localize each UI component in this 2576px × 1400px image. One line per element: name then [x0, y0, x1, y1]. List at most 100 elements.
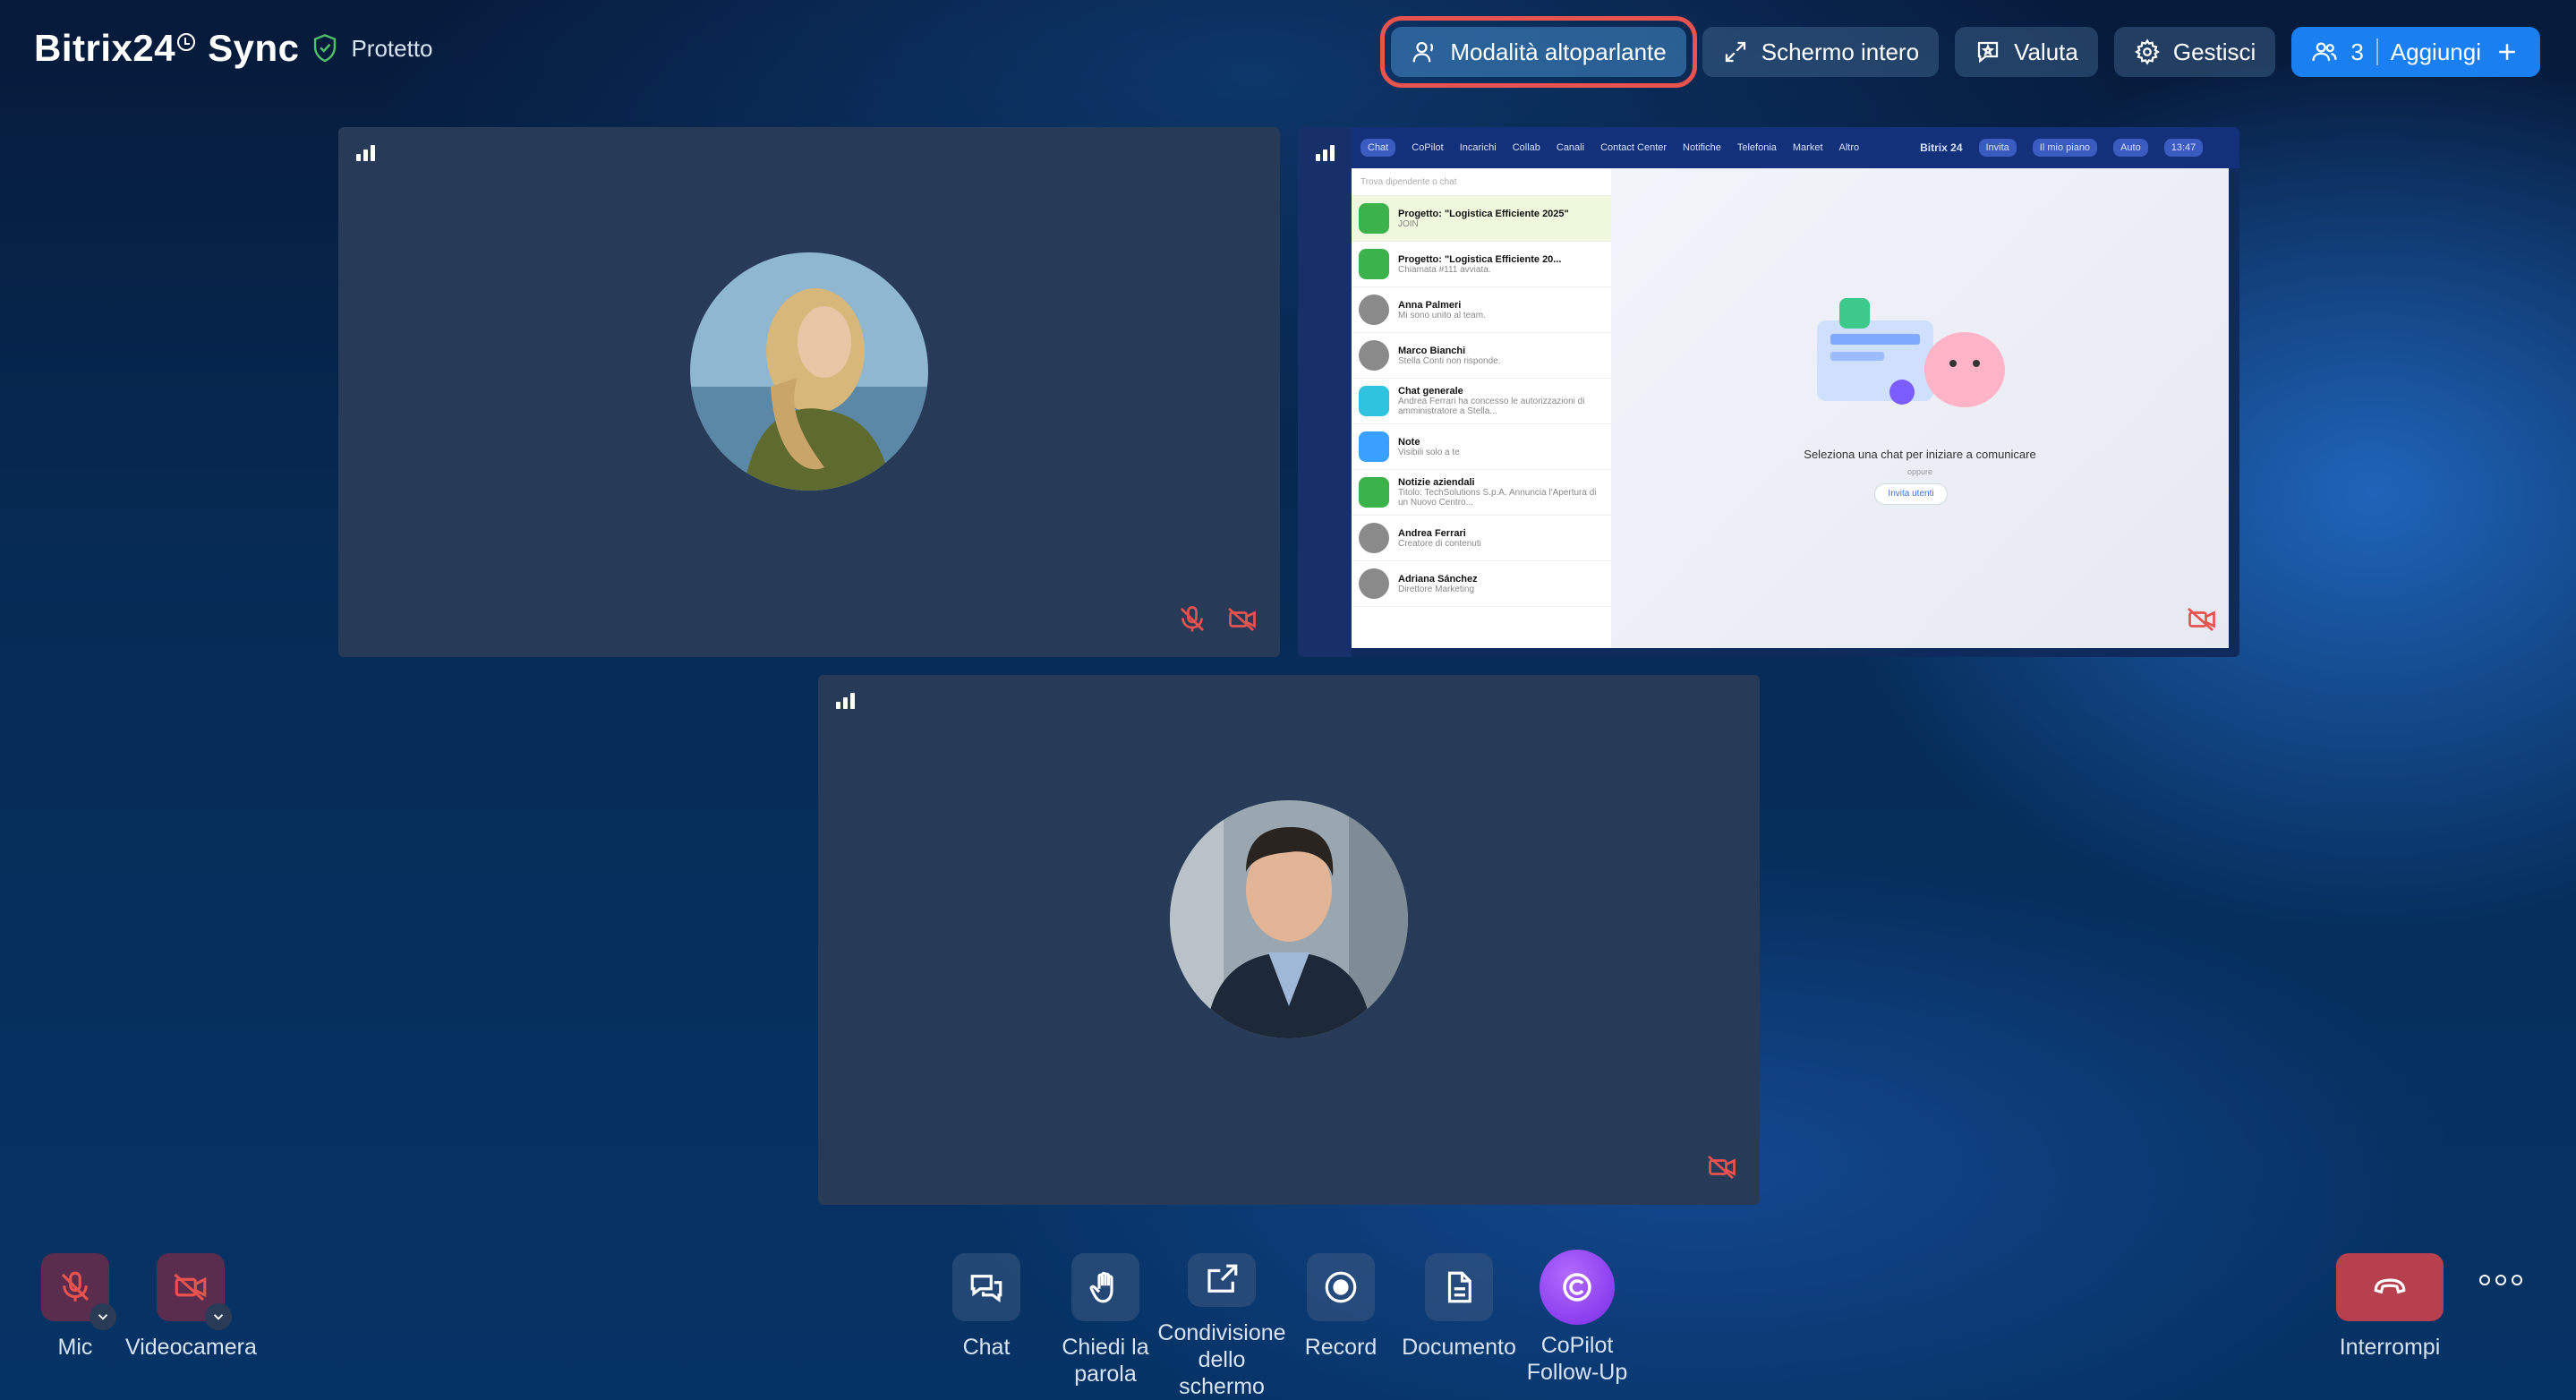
shared-nav-item: Notifiche: [1683, 142, 1721, 153]
add-label: Aggiungi: [2390, 38, 2481, 65]
hangup-label: Interrompi: [2339, 1335, 2441, 1360]
gear-icon: [2134, 38, 2160, 65]
expand-icon: [1725, 41, 1745, 63]
mic-off-icon: [1181, 606, 1204, 632]
speaker-mode-button[interactable]: Modalità altoparlante: [1380, 16, 1697, 88]
shared-chat-row: Anna Palmeri Mi sono unito al team.: [1352, 287, 1611, 333]
camera-off-icon: [1708, 1155, 1736, 1180]
clock-icon: [177, 33, 196, 51]
mic-options-button[interactable]: [90, 1303, 116, 1330]
shared-chat-row: Note Visibili solo a te: [1352, 424, 1611, 470]
avatar: [1359, 523, 1389, 553]
shared-chat-list: Trova dipendente o chat Progetto: "Logis…: [1352, 168, 1611, 648]
shared-app-topbar: Chat CoPilot Incarichi Collab Canali Con…: [1352, 127, 2239, 168]
copilot-icon: [1563, 1273, 1591, 1302]
chat-button[interactable]: [952, 1253, 1020, 1321]
hangup-button[interactable]: [2336, 1253, 2444, 1321]
brand-logo: Bitrix24 Sync: [34, 27, 299, 70]
chat-bubbles-icon: [970, 1275, 1002, 1303]
tile-status-icons: [2186, 603, 2218, 636]
shared-search: Trova dipendente o chat: [1352, 168, 1611, 196]
camera-off-icon: [1228, 607, 1256, 632]
participant-tile-1[interactable]: [338, 127, 1280, 657]
shared-time: 13:47: [2163, 139, 2204, 157]
more-dot: [2495, 1275, 2506, 1285]
chat-label: Chat: [962, 1335, 1011, 1360]
camera-off-icon: [2188, 607, 2215, 632]
shared-nav-item: Collab: [1512, 142, 1540, 153]
speaker-mode-label: Modalità altoparlante: [1450, 38, 1667, 65]
record-button[interactable]: [1307, 1253, 1375, 1321]
phone-hangup-icon: [2374, 1278, 2406, 1294]
avatar: [1359, 340, 1389, 371]
document-button[interactable]: [1425, 1253, 1493, 1321]
brand-suffix: Sync: [208, 27, 300, 69]
shared-nav-item: Altro: [1838, 142, 1860, 153]
camera-label: Videocamera: [125, 1335, 257, 1360]
avatar-participant-1: [690, 252, 928, 491]
avatar-participant-2: [1170, 800, 1408, 1038]
illustration-icon: [1817, 298, 2005, 407]
document-control: Documento: [1398, 1253, 1520, 1361]
manage-label: Gestisci: [2172, 38, 2256, 65]
rate-label: Valuta: [2014, 38, 2078, 65]
screen-share-button[interactable]: [1188, 1253, 1256, 1307]
shared-chat-row: Andrea Ferrari Creatore di contenuti: [1352, 516, 1611, 561]
shared-nav-item: Incarichi: [1459, 142, 1497, 153]
security-status: Protetto: [351, 34, 433, 62]
more-options-button[interactable]: [2479, 1275, 2522, 1285]
mic-button[interactable]: [41, 1253, 116, 1330]
shared-empty-state: Seleziona una chat per iniziare a comuni…: [1611, 168, 2229, 648]
brand-header: Bitrix24 Sync Protetto: [34, 27, 433, 70]
record-control: Record: [1298, 1253, 1384, 1361]
shared-nav-item: Market: [1792, 142, 1823, 153]
group-icon: [1359, 249, 1389, 279]
users-icon: [2312, 42, 2337, 62]
shield-check-icon: [314, 34, 337, 63]
copilot-label: CoPilot Follow-Up: [1526, 1333, 1628, 1385]
shared-app-sidebar: [1298, 127, 1352, 657]
speaker-user-icon: [1412, 41, 1434, 63]
record-label: Record: [1304, 1335, 1378, 1360]
camera-options-button[interactable]: [205, 1303, 233, 1330]
shared-action: Invita: [1978, 139, 2017, 157]
rate-button[interactable]: Valuta: [1955, 27, 2098, 77]
raise-hand-button[interactable]: [1071, 1253, 1139, 1321]
tile-status-icons: [1176, 603, 1258, 636]
fullscreen-button[interactable]: Schermo intero: [1702, 27, 1940, 77]
shared-brand: Bitrix 24: [1920, 141, 1963, 154]
avatar: [1359, 568, 1389, 599]
manage-button[interactable]: Gestisci: [2113, 27, 2276, 77]
screen-share-label: Condivisione dello schermo: [1157, 1320, 1286, 1399]
brand-name: Bitrix24: [34, 27, 176, 69]
add-participants-button[interactable]: 3 Aggiungi: [2291, 27, 2540, 77]
camera-button[interactable]: [157, 1253, 233, 1330]
bookmark-icon: [1359, 431, 1389, 462]
fullscreen-label: Schermo intero: [1761, 38, 1920, 65]
shared-nav-item: Chat: [1361, 139, 1396, 157]
share-screen-icon: [1207, 1264, 1238, 1293]
hand-icon: [1089, 1271, 1113, 1303]
participants-count: 3: [2350, 38, 2364, 65]
shared-nav-item: CoPilot: [1412, 142, 1444, 153]
raise-hand-label: Chiedi la parola: [1062, 1335, 1149, 1387]
copilot-followup-button[interactable]: [1540, 1250, 1615, 1325]
feedback-star-icon: [1977, 41, 1999, 64]
shared-chat-row: Notizie aziendali Titolo: TechSolutions S…: [1352, 470, 1611, 516]
participant-tile-2[interactable]: [818, 675, 1760, 1205]
top-actions: Modalità altoparlante Schermo intero Val…: [1380, 16, 2540, 88]
copilot-control: CoPilot Follow-Up: [1522, 1250, 1633, 1386]
shared-action: Auto: [2113, 139, 2148, 157]
shared-chat-row: Progetto: "Logistica Efficiente 20... Chi…: [1352, 242, 1611, 287]
signal-strength-icon: [836, 693, 855, 709]
chat-icon: [1359, 386, 1389, 416]
screen-share-tile[interactable]: Chat CoPilot Incarichi Collab Canali Con…: [1298, 127, 2239, 657]
raise-hand-control: Chiedi la parola: [1056, 1253, 1155, 1387]
record-icon: [1325, 1271, 1357, 1303]
avatar: [1359, 295, 1389, 325]
more-dot: [2512, 1275, 2522, 1285]
shared-chat-row: Chat generale Andrea Ferrari ha concesso …: [1352, 379, 1611, 424]
screen-share-control: Condivisione dello schermo: [1155, 1253, 1289, 1400]
more-dot: [2479, 1275, 2490, 1285]
chevron-down-icon: [98, 1314, 108, 1320]
